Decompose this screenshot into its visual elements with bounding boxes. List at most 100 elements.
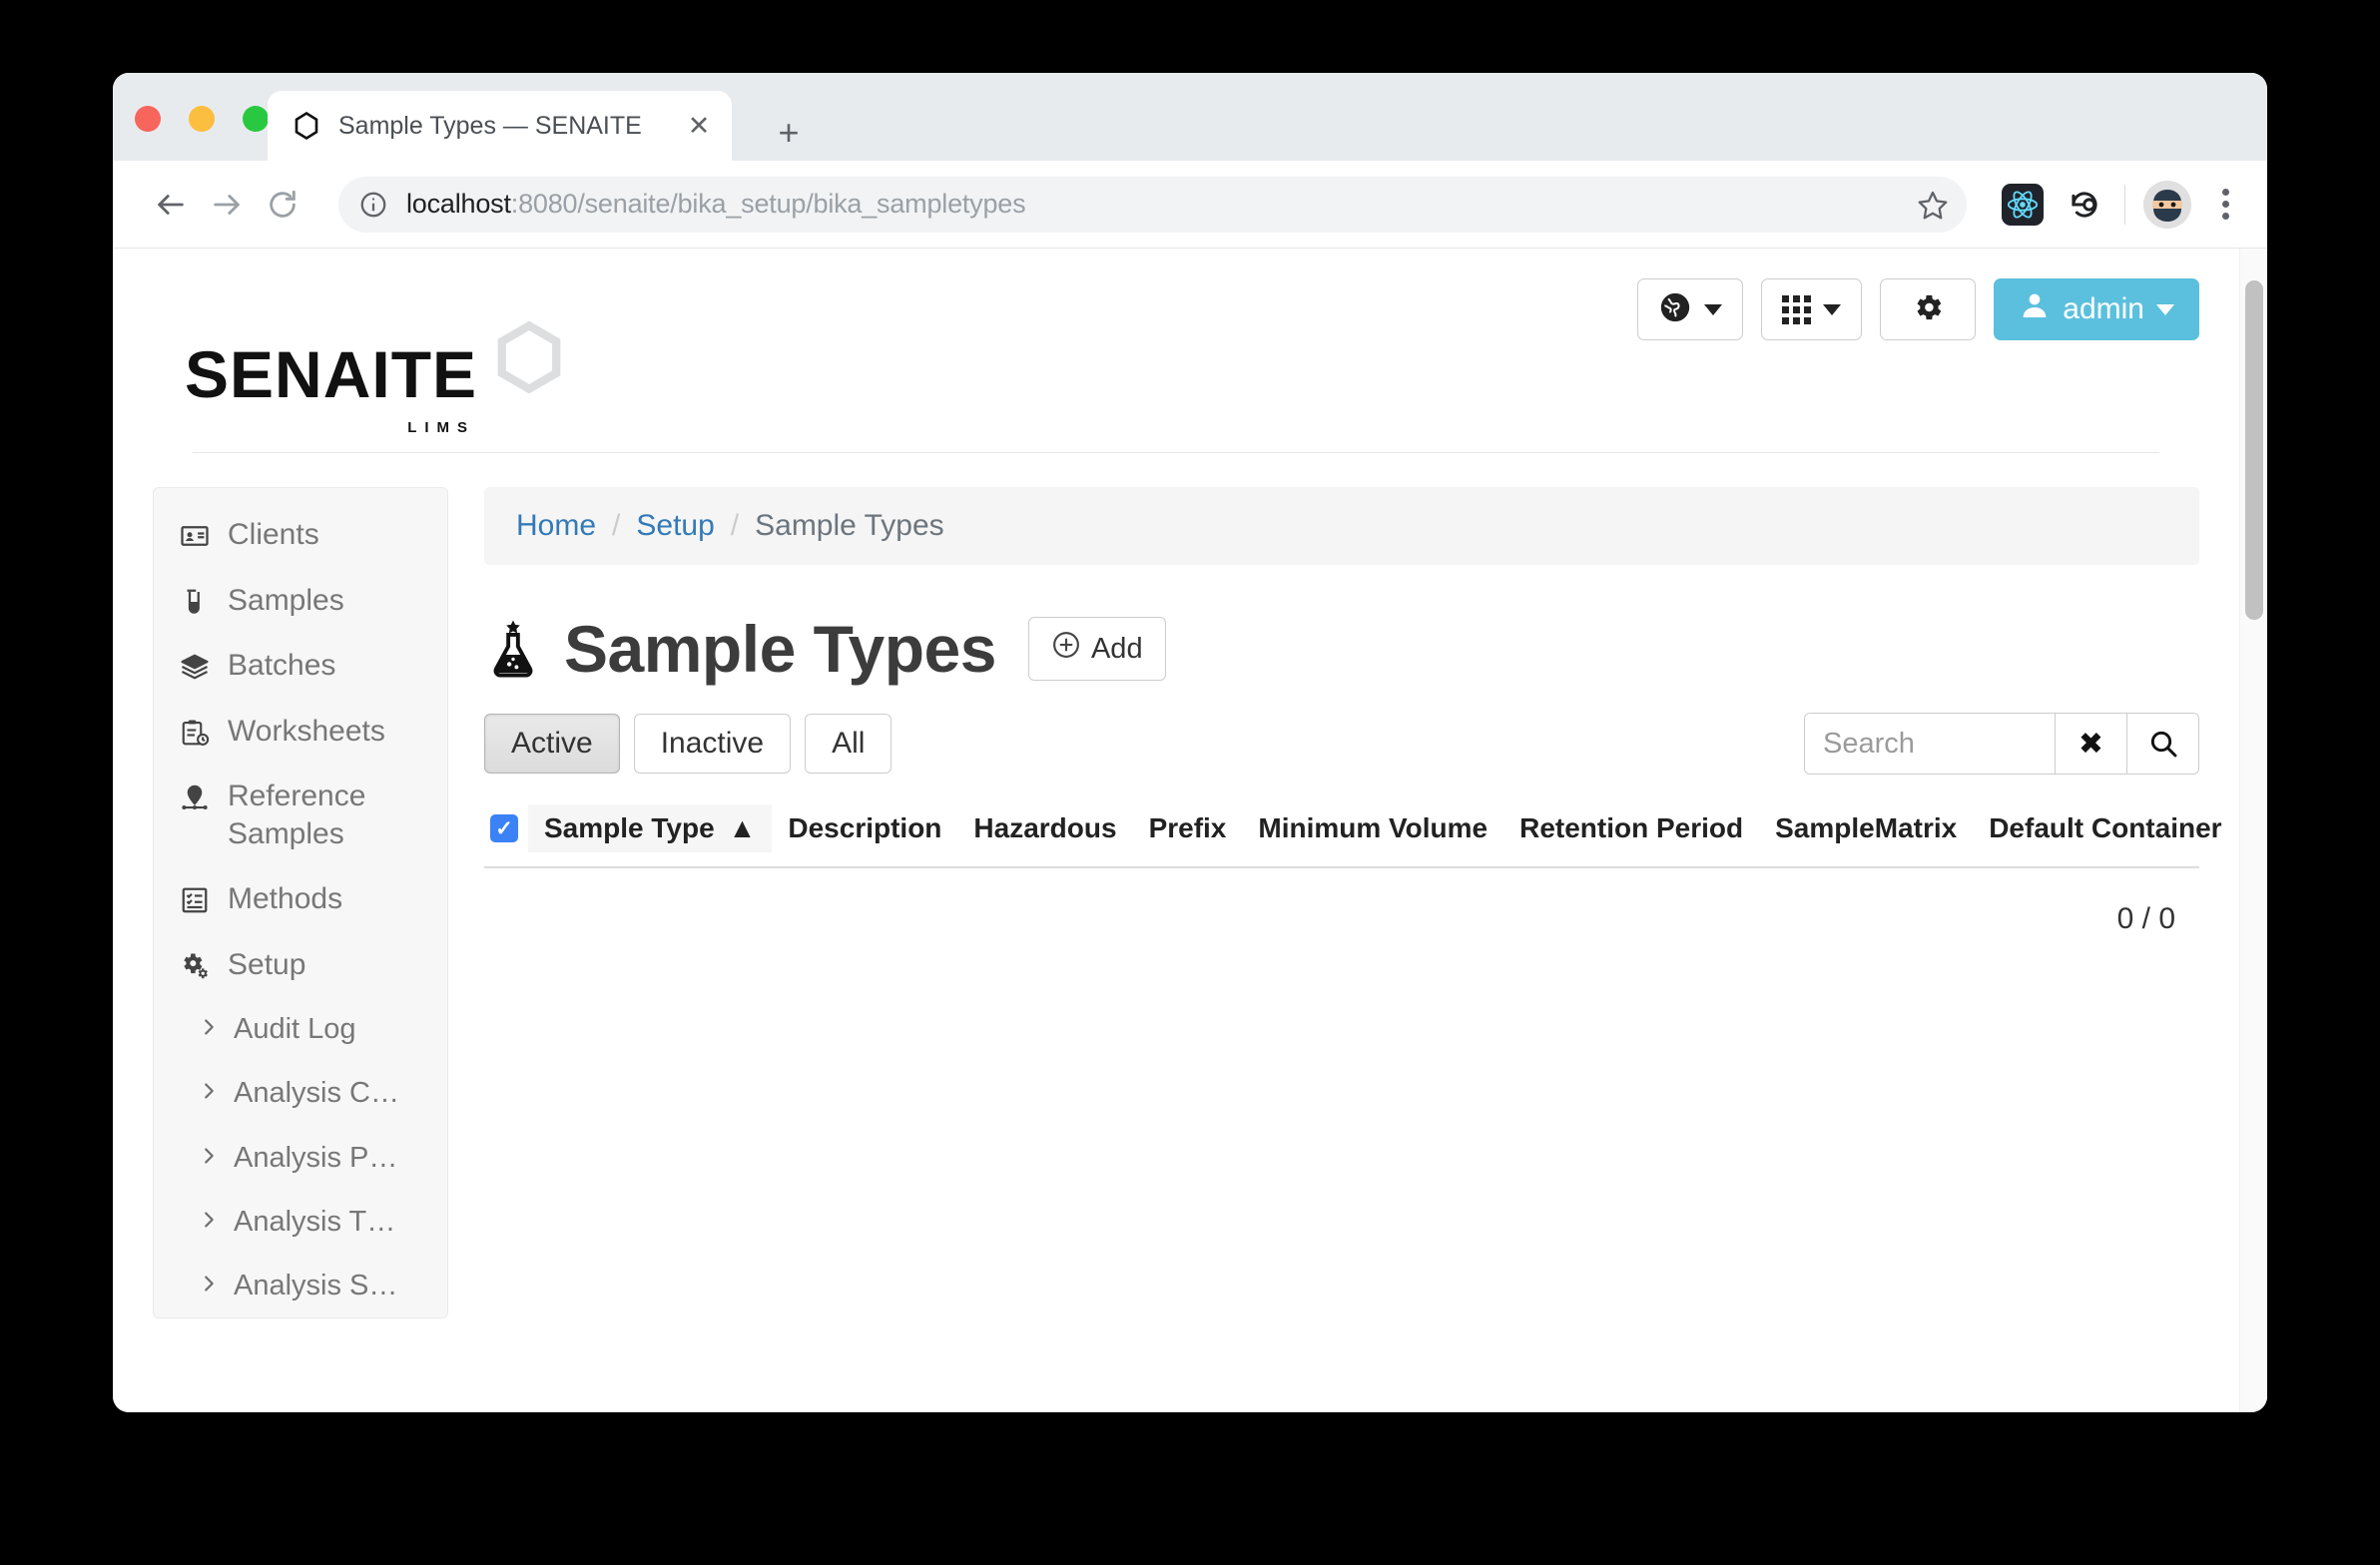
column-header-prefix[interactable]: Prefix (1133, 806, 1243, 850)
sidebar-subitem-label: Analysis P… (234, 1141, 398, 1174)
sidebar: Clients Samples Batches Worksheets Refer… (153, 487, 448, 1319)
sidebar-subitem-label: Audit Log (234, 1013, 356, 1045)
flask-icon (484, 616, 542, 682)
scrollbar-thumb[interactable] (2245, 280, 2263, 620)
select-all-cell: ✓ (484, 808, 528, 848)
user-button-label: admin (2063, 292, 2144, 325)
page-scrollbar[interactable] (2239, 249, 2267, 1412)
page-header: Sample Types Add (484, 611, 2199, 687)
sidebar-item-clients[interactable]: Clients (154, 502, 447, 568)
chevron-down-icon (1823, 303, 1842, 315)
user-button[interactable]: admin (1994, 278, 2199, 340)
sidebar-item-reference-samples[interactable]: Reference Samples (154, 764, 447, 866)
address-bar[interactable]: localhost:8080/senaite/bika_setup/bika_s… (338, 176, 1967, 233)
logo-subtitle: LIMS (407, 418, 476, 436)
kebab-menu-icon[interactable] (2203, 183, 2247, 227)
sidebar-item-samples[interactable]: Samples (154, 568, 447, 634)
arrow-left-icon[interactable] (143, 177, 199, 233)
page-title: Sample Types (564, 612, 996, 686)
star-icon[interactable] (1913, 185, 1953, 225)
search-group: ✖ (1804, 713, 2199, 775)
breadcrumb-separator: / (612, 509, 621, 542)
chevron-down-icon (2156, 303, 2174, 315)
sidebar-item-label: Setup (228, 947, 306, 981)
history-sync-icon[interactable] (2063, 183, 2106, 227)
column-header-hazardous[interactable]: Hazardous (957, 806, 1132, 850)
close-window-button[interactable] (135, 106, 161, 132)
add-button-label: Add (1090, 632, 1143, 665)
sidebar-item-analysis-categories[interactable]: Analysis C… (154, 1061, 447, 1125)
header-actions: admin (1637, 278, 2199, 340)
reload-icon[interactable] (255, 177, 310, 233)
browser-tabstrip: Sample Types — SENAITE ✕ + (113, 73, 2267, 161)
search-input[interactable] (1805, 714, 2055, 774)
filter-inactive-button[interactable]: Inactive (633, 714, 792, 774)
minimize-window-button[interactable] (189, 106, 215, 132)
settings-button[interactable] (1880, 278, 1977, 340)
id-card-icon (178, 519, 212, 553)
sidebar-item-setup[interactable]: Setup (154, 932, 447, 998)
user-icon (2019, 289, 2051, 329)
search-submit-button[interactable] (2126, 714, 2198, 774)
main-content: Home / Setup / Sample Types Sample Types (484, 487, 2267, 936)
browser-toolbar: localhost:8080/senaite/bika_setup/bika_s… (113, 161, 2267, 249)
breadcrumb-item-setup[interactable]: Setup (636, 509, 714, 543)
filter-active-button[interactable]: Active (484, 714, 620, 774)
sidebar-item-label: Samples (228, 583, 344, 617)
column-header-description[interactable]: Description (772, 806, 957, 850)
toolbar-divider (2124, 184, 2125, 225)
sidebar-item-label: Reference Samples (228, 780, 366, 850)
app-body: Clients Samples Batches Worksheets Refer… (113, 453, 2267, 1319)
table-header-row: ✓ Sample Type ▲ Description Hazardous Pr… (484, 804, 2267, 868)
sidebar-item-methods[interactable]: Methods (154, 866, 447, 932)
breadcrumb-item-home[interactable]: Home (516, 509, 596, 543)
chevron-right-icon (198, 1268, 220, 1304)
language-button[interactable] (1637, 278, 1744, 340)
hexagon-icon (491, 319, 567, 400)
column-header-retention-period[interactable]: Retention Period (1503, 806, 1759, 850)
arrow-right-icon[interactable] (199, 177, 255, 233)
senaite-app: admin SENAITE LIMS Clients Samples Batch… (113, 249, 2267, 1412)
filter-buttons: Active Inactive All (484, 714, 892, 774)
gear-icon (1911, 290, 1945, 329)
browser-tab[interactable]: Sample Types — SENAITE ✕ (268, 91, 732, 161)
column-header-sample-type[interactable]: Sample Type ▲ (528, 804, 773, 852)
plus-icon[interactable]: + (767, 111, 811, 155)
breadcrumb-separator: / (730, 509, 740, 542)
url-path: :8080/senaite/bika_setup/bika_sampletype… (510, 189, 1026, 219)
search-clear-button[interactable]: ✖ (2055, 714, 2126, 774)
maximize-window-button[interactable] (243, 106, 269, 132)
chevron-right-icon (198, 1140, 220, 1176)
sidebar-subitem-label: Analysis S… (234, 1270, 398, 1302)
apps-button[interactable] (1761, 278, 1863, 340)
sidebar-subitem-label: Analysis T… (234, 1205, 396, 1238)
browser-tab-title: Sample Types — SENAITE (338, 111, 642, 140)
sidebar-item-label: Batches (228, 649, 336, 682)
grid-icon (1782, 294, 1812, 324)
record-count: 0 / 0 (2116, 902, 2175, 935)
sidebar-item-batches[interactable]: Batches (154, 633, 447, 699)
sidebar-item-worksheets[interactable]: Worksheets (154, 699, 447, 765)
sidebar-item-analysis-profiles[interactable]: Analysis P… (154, 1126, 447, 1190)
breadcrumb-item-current: Sample Types (755, 509, 944, 542)
globe-icon (1658, 290, 1692, 329)
add-button[interactable]: Add (1027, 617, 1166, 681)
chevron-down-icon (1704, 303, 1723, 315)
sort-asc-icon: ▲ (728, 812, 757, 843)
react-devtools-icon[interactable] (2001, 183, 2045, 227)
sidebar-item-analysis-services[interactable]: Analysis S… (154, 1254, 447, 1317)
info-circle-icon[interactable] (358, 190, 388, 220)
column-header-minimum-volume[interactable]: Minimum Volume (1242, 806, 1503, 850)
column-header-default-container[interactable]: Default Container (1973, 806, 2237, 850)
sidebar-item-analysis-templates[interactable]: Analysis T… (154, 1190, 447, 1254)
close-icon[interactable]: ✕ (682, 109, 716, 143)
column-header-samplematrix[interactable]: SampleMatrix (1759, 806, 1973, 850)
chevron-right-icon (198, 1204, 220, 1240)
select-all-checkbox[interactable]: ✓ (490, 814, 518, 842)
sidebar-item-audit-log[interactable]: Audit Log (154, 997, 447, 1061)
breadcrumb: Home / Setup / Sample Types (484, 487, 2199, 565)
sidebar-item-label: Clients (228, 518, 319, 551)
filter-all-button[interactable]: All (805, 714, 892, 774)
ninja-avatar-icon[interactable] (2143, 180, 2191, 229)
page-viewport: admin SENAITE LIMS Clients Samples Batch… (113, 249, 2267, 1412)
